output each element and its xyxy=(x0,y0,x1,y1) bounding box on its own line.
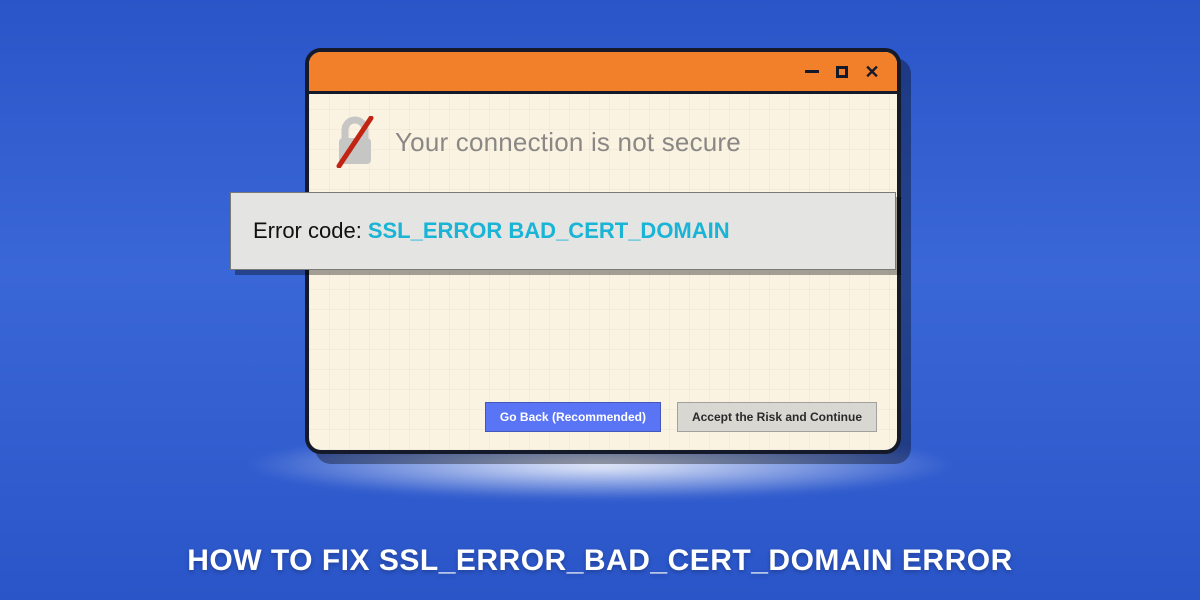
window-titlebar: ✕ xyxy=(309,52,897,94)
close-button[interactable]: ✕ xyxy=(863,63,881,81)
lock-insecure-icon xyxy=(333,116,377,168)
maximize-button[interactable] xyxy=(833,63,851,81)
warning-heading-row: Your connection is not secure xyxy=(333,116,741,168)
close-icon: ✕ xyxy=(864,63,879,81)
action-row: Go Back (Recommended) Accept the Risk an… xyxy=(485,402,877,432)
minimize-icon xyxy=(805,70,819,73)
minimize-button[interactable] xyxy=(803,63,821,81)
error-code-label: Error code: xyxy=(253,218,362,244)
go-back-button[interactable]: Go Back (Recommended) xyxy=(485,402,661,432)
page-title: HOW TO FIX SSL_ERROR_BAD_CERT_DOMAIN ERR… xyxy=(0,544,1200,578)
window-content: Your connection is not secure Go Back (R… xyxy=(309,94,897,450)
error-code-banner: Error code: SSL_ERROR BAD_CERT_DOMAIN xyxy=(230,192,896,270)
error-code-value: SSL_ERROR BAD_CERT_DOMAIN xyxy=(368,218,730,244)
accept-risk-button[interactable]: Accept the Risk and Continue xyxy=(677,402,877,432)
warning-heading: Your connection is not secure xyxy=(395,127,741,158)
maximize-icon xyxy=(836,66,848,78)
